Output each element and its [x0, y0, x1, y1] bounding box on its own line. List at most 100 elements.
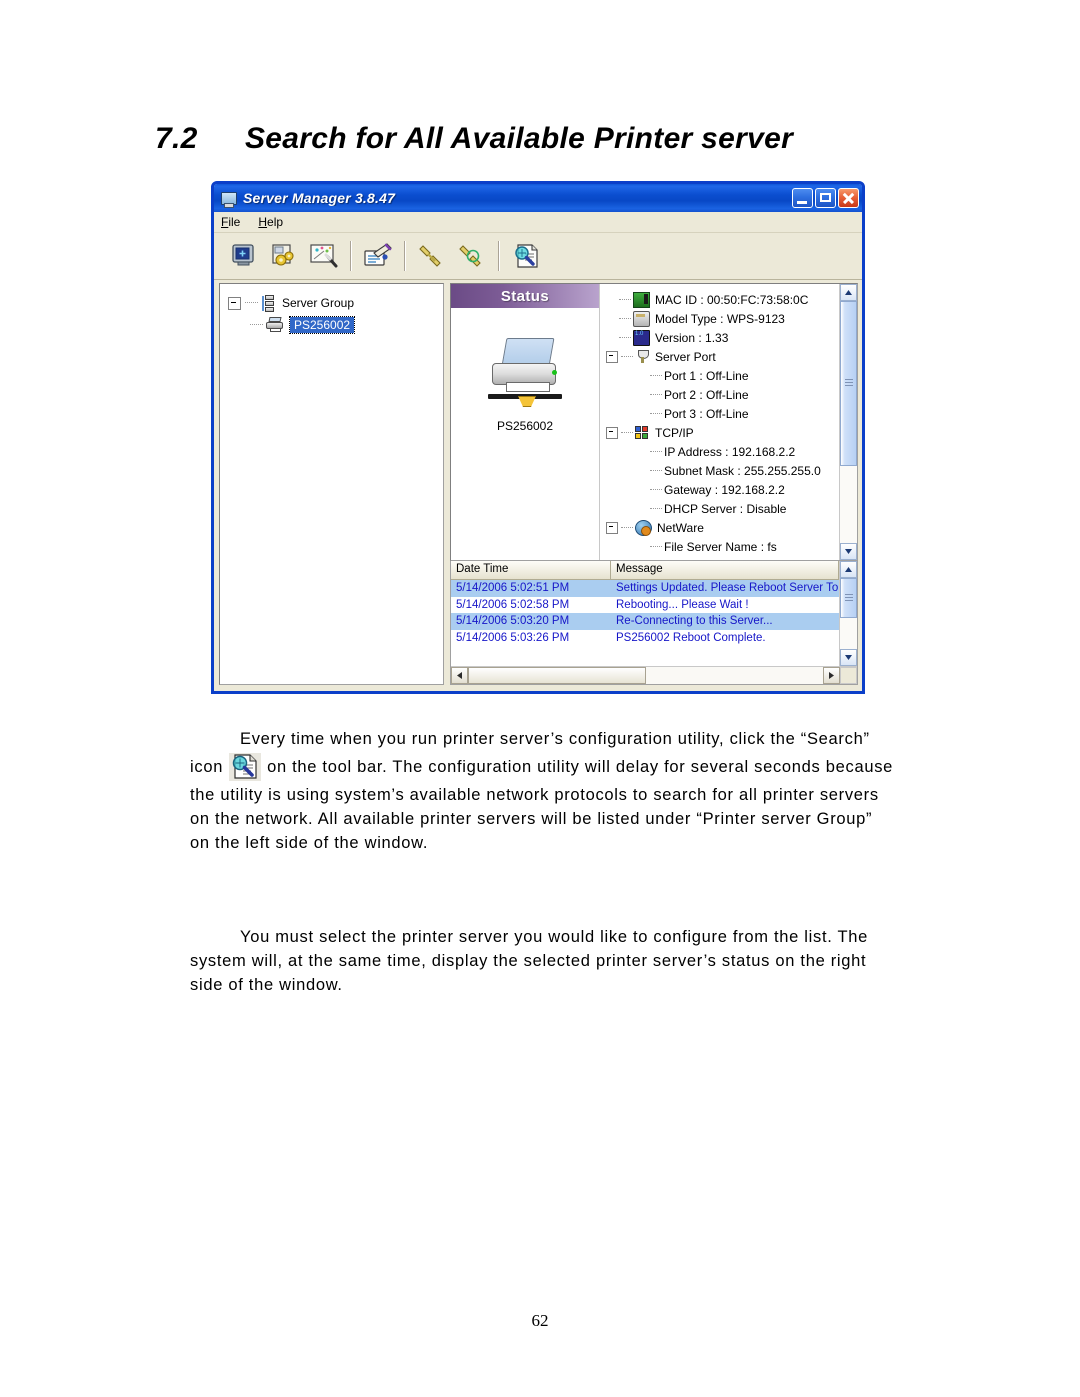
log-cell-date-time: 5/14/2006 5:02:58 PM — [456, 598, 570, 611]
menubar: File Help — [214, 212, 862, 233]
server-group-icon — [260, 294, 277, 312]
detail-tree-label: Port 1 : Off-Line — [664, 368, 749, 383]
expander-icon[interactable] — [228, 296, 241, 310]
column-header-message[interactable]: Message — [611, 561, 839, 579]
scroll-track[interactable] — [840, 301, 857, 543]
detail-tree-row[interactable]: File Server Name : fs — [606, 537, 839, 556]
netware-icon — [635, 519, 652, 536]
hscroll-right-arrow-icon[interactable] — [823, 667, 840, 684]
hscroll-left-arrow-icon[interactable] — [451, 667, 468, 684]
log-cell-message: Settings Updated. Please Reboot Server T… — [616, 582, 839, 595]
paragraph-one-part-c: on the tool bar. The configuration utili… — [190, 758, 894, 852]
port-icon — [635, 349, 650, 364]
server-settings-icon[interactable] — [264, 237, 304, 275]
expander-icon[interactable] — [606, 426, 618, 439]
paragraph-one: Every time when you run printer server’s… — [190, 727, 896, 855]
wizard-icon[interactable] — [304, 237, 344, 275]
connect-icon[interactable] — [412, 237, 452, 275]
search-icon — [225, 751, 265, 783]
toolbar-separator — [404, 241, 406, 271]
tree-guide — [650, 374, 662, 377]
menu-item-help[interactable]: Help — [258, 215, 283, 229]
search-icon[interactable] — [506, 237, 546, 275]
expander-icon[interactable] — [606, 350, 618, 363]
tree-node-ps256002[interactable]: PS256002 — [228, 314, 443, 336]
detail-tree-row[interactable]: NetWare — [606, 518, 839, 537]
log-row[interactable]: 5/14/2006 5:03:26 PM PS256002 Reboot Comp… — [451, 630, 839, 647]
page-number: 62 — [531, 1311, 549, 1330]
detail-tree-label: File Server Name : fs — [664, 539, 777, 554]
detail-tree-row[interactable]: Port 3 : Off-Line — [606, 404, 839, 423]
detail-tree-row[interactable]: TCP/IP — [606, 423, 839, 442]
tree-guide — [650, 488, 662, 491]
detail-tree-row[interactable]: Port 1 : Off-Line — [606, 366, 839, 385]
log-row[interactable]: 5/14/2006 5:02:51 PM Settings Updated. Pl… — [451, 580, 839, 597]
status-area: Status PS256002 MAC ID: 00:50:FC:73:58:… — [450, 283, 858, 561]
status-detail-wrap: MAC ID : 00:50:FC:73:58:0C Model Type : W… — [600, 284, 857, 560]
detail-tree-row[interactable]: Version : 1.33 — [606, 328, 839, 347]
log-row-container: 5/14/2006 5:02:51 PM Settings Updated. Pl… — [451, 580, 839, 666]
close-button[interactable] — [838, 188, 859, 208]
log-row[interactable]: 5/14/2006 5:02:58 PM Rebooting... Please … — [451, 597, 839, 614]
general-config-icon[interactable] — [224, 237, 264, 275]
toolbar-separator — [350, 241, 352, 271]
window-client-area: Server Group PS256002 Status PS256002 MA… — [214, 280, 862, 691]
tree-guide — [650, 412, 662, 415]
scroll-up-arrow-icon[interactable] — [840, 284, 857, 301]
detail-tree-row[interactable]: DHCP Server : Disable — [606, 499, 839, 518]
log-scroll-up-arrow-icon[interactable] — [840, 561, 857, 578]
printer-large-icon — [484, 336, 566, 410]
hscroll-track[interactable] — [468, 667, 823, 684]
tree-guide — [650, 469, 662, 472]
log-scroll-track[interactable] — [840, 578, 857, 649]
toolbar-separator — [498, 241, 500, 271]
log-row[interactable]: 5/14/2006 5:03:20 PM Re-Connecting to thi… — [451, 613, 839, 630]
log-cell-date-time: 5/14/2006 5:03:20 PM — [456, 615, 570, 628]
log-scroll-down-arrow-icon[interactable] — [840, 649, 857, 666]
detail-tree-row[interactable]: Model Type : WPS-9123 — [606, 309, 839, 328]
scroll-down-arrow-icon[interactable] — [840, 543, 857, 560]
detail-tree-row[interactable]: Subnet Mask : 255.255.255.0 — [606, 461, 839, 480]
detail-tree-row[interactable]: Port 2 : Off-Line — [606, 385, 839, 404]
mac-icon — [633, 291, 650, 308]
detail-vertical-scrollbar[interactable] — [839, 284, 857, 560]
detail-tree-label: DHCP Server : Disable — [664, 501, 787, 516]
detail-tree-label: Gateway : 192.168.2.2 — [664, 482, 785, 497]
disconnect-icon[interactable] — [452, 237, 492, 275]
detail-tree-row[interactable]: Gateway : 192.168.2.2 — [606, 480, 839, 499]
status-detail-tree[interactable]: MAC ID : 00:50:FC:73:58:0C Model Type : W… — [600, 284, 839, 560]
paragraph-two: You must select the printer server you w… — [190, 925, 896, 997]
scrollbar-corner — [840, 667, 857, 684]
report-icon[interactable] — [358, 237, 398, 275]
tree-guide — [621, 355, 633, 358]
log-cell-message: Rebooting... Please Wait ! — [616, 598, 749, 611]
tree-guide — [619, 336, 631, 339]
hscroll-thumb[interactable] — [468, 667, 646, 684]
detail-tree-label: NetWare — [657, 520, 704, 535]
detail-tree-label: IP Address : 192.168.2.2 — [664, 444, 796, 459]
version-icon — [633, 329, 650, 346]
tree-node-server-group[interactable]: Server Group — [228, 292, 443, 314]
detail-tree-row[interactable]: MAC ID : 00:50:FC:73:58:0C — [606, 290, 839, 309]
log-cell-date-time: 5/14/2006 5:02:51 PM — [456, 582, 570, 595]
section-title: Search for All Available Printer server — [245, 122, 794, 155]
log-horizontal-scrollbar[interactable] — [451, 666, 857, 684]
tree-guide — [619, 317, 631, 320]
tree-node-label: Server Group — [282, 296, 355, 310]
status-device-panel: Status PS256002 — [451, 284, 600, 560]
log-vertical-scrollbar[interactable] — [839, 561, 857, 666]
detail-tree-row[interactable]: Server Port — [606, 347, 839, 366]
log-scroll-thumb[interactable] — [840, 578, 857, 618]
column-header-date-time[interactable]: Date Time — [451, 561, 611, 579]
status-banner: Status — [451, 284, 599, 308]
server-tree-pane[interactable]: Server Group PS256002 — [219, 283, 444, 685]
detail-tree-row[interactable]: IP Address : 192.168.2.2 — [606, 442, 839, 461]
detail-tree-label: Port 3 : Off-Line — [664, 406, 749, 421]
menu-item-file[interactable]: File — [221, 215, 240, 229]
scroll-thumb[interactable] — [840, 301, 857, 466]
status-and-log-pane: Status PS256002 MAC ID: 00:50:FC:73:58:… — [450, 283, 858, 685]
maximize-button[interactable] — [815, 188, 836, 208]
detail-tree-label: Server Port — [655, 349, 716, 364]
minimize-button[interactable] — [792, 188, 813, 208]
expander-icon[interactable] — [606, 521, 618, 534]
